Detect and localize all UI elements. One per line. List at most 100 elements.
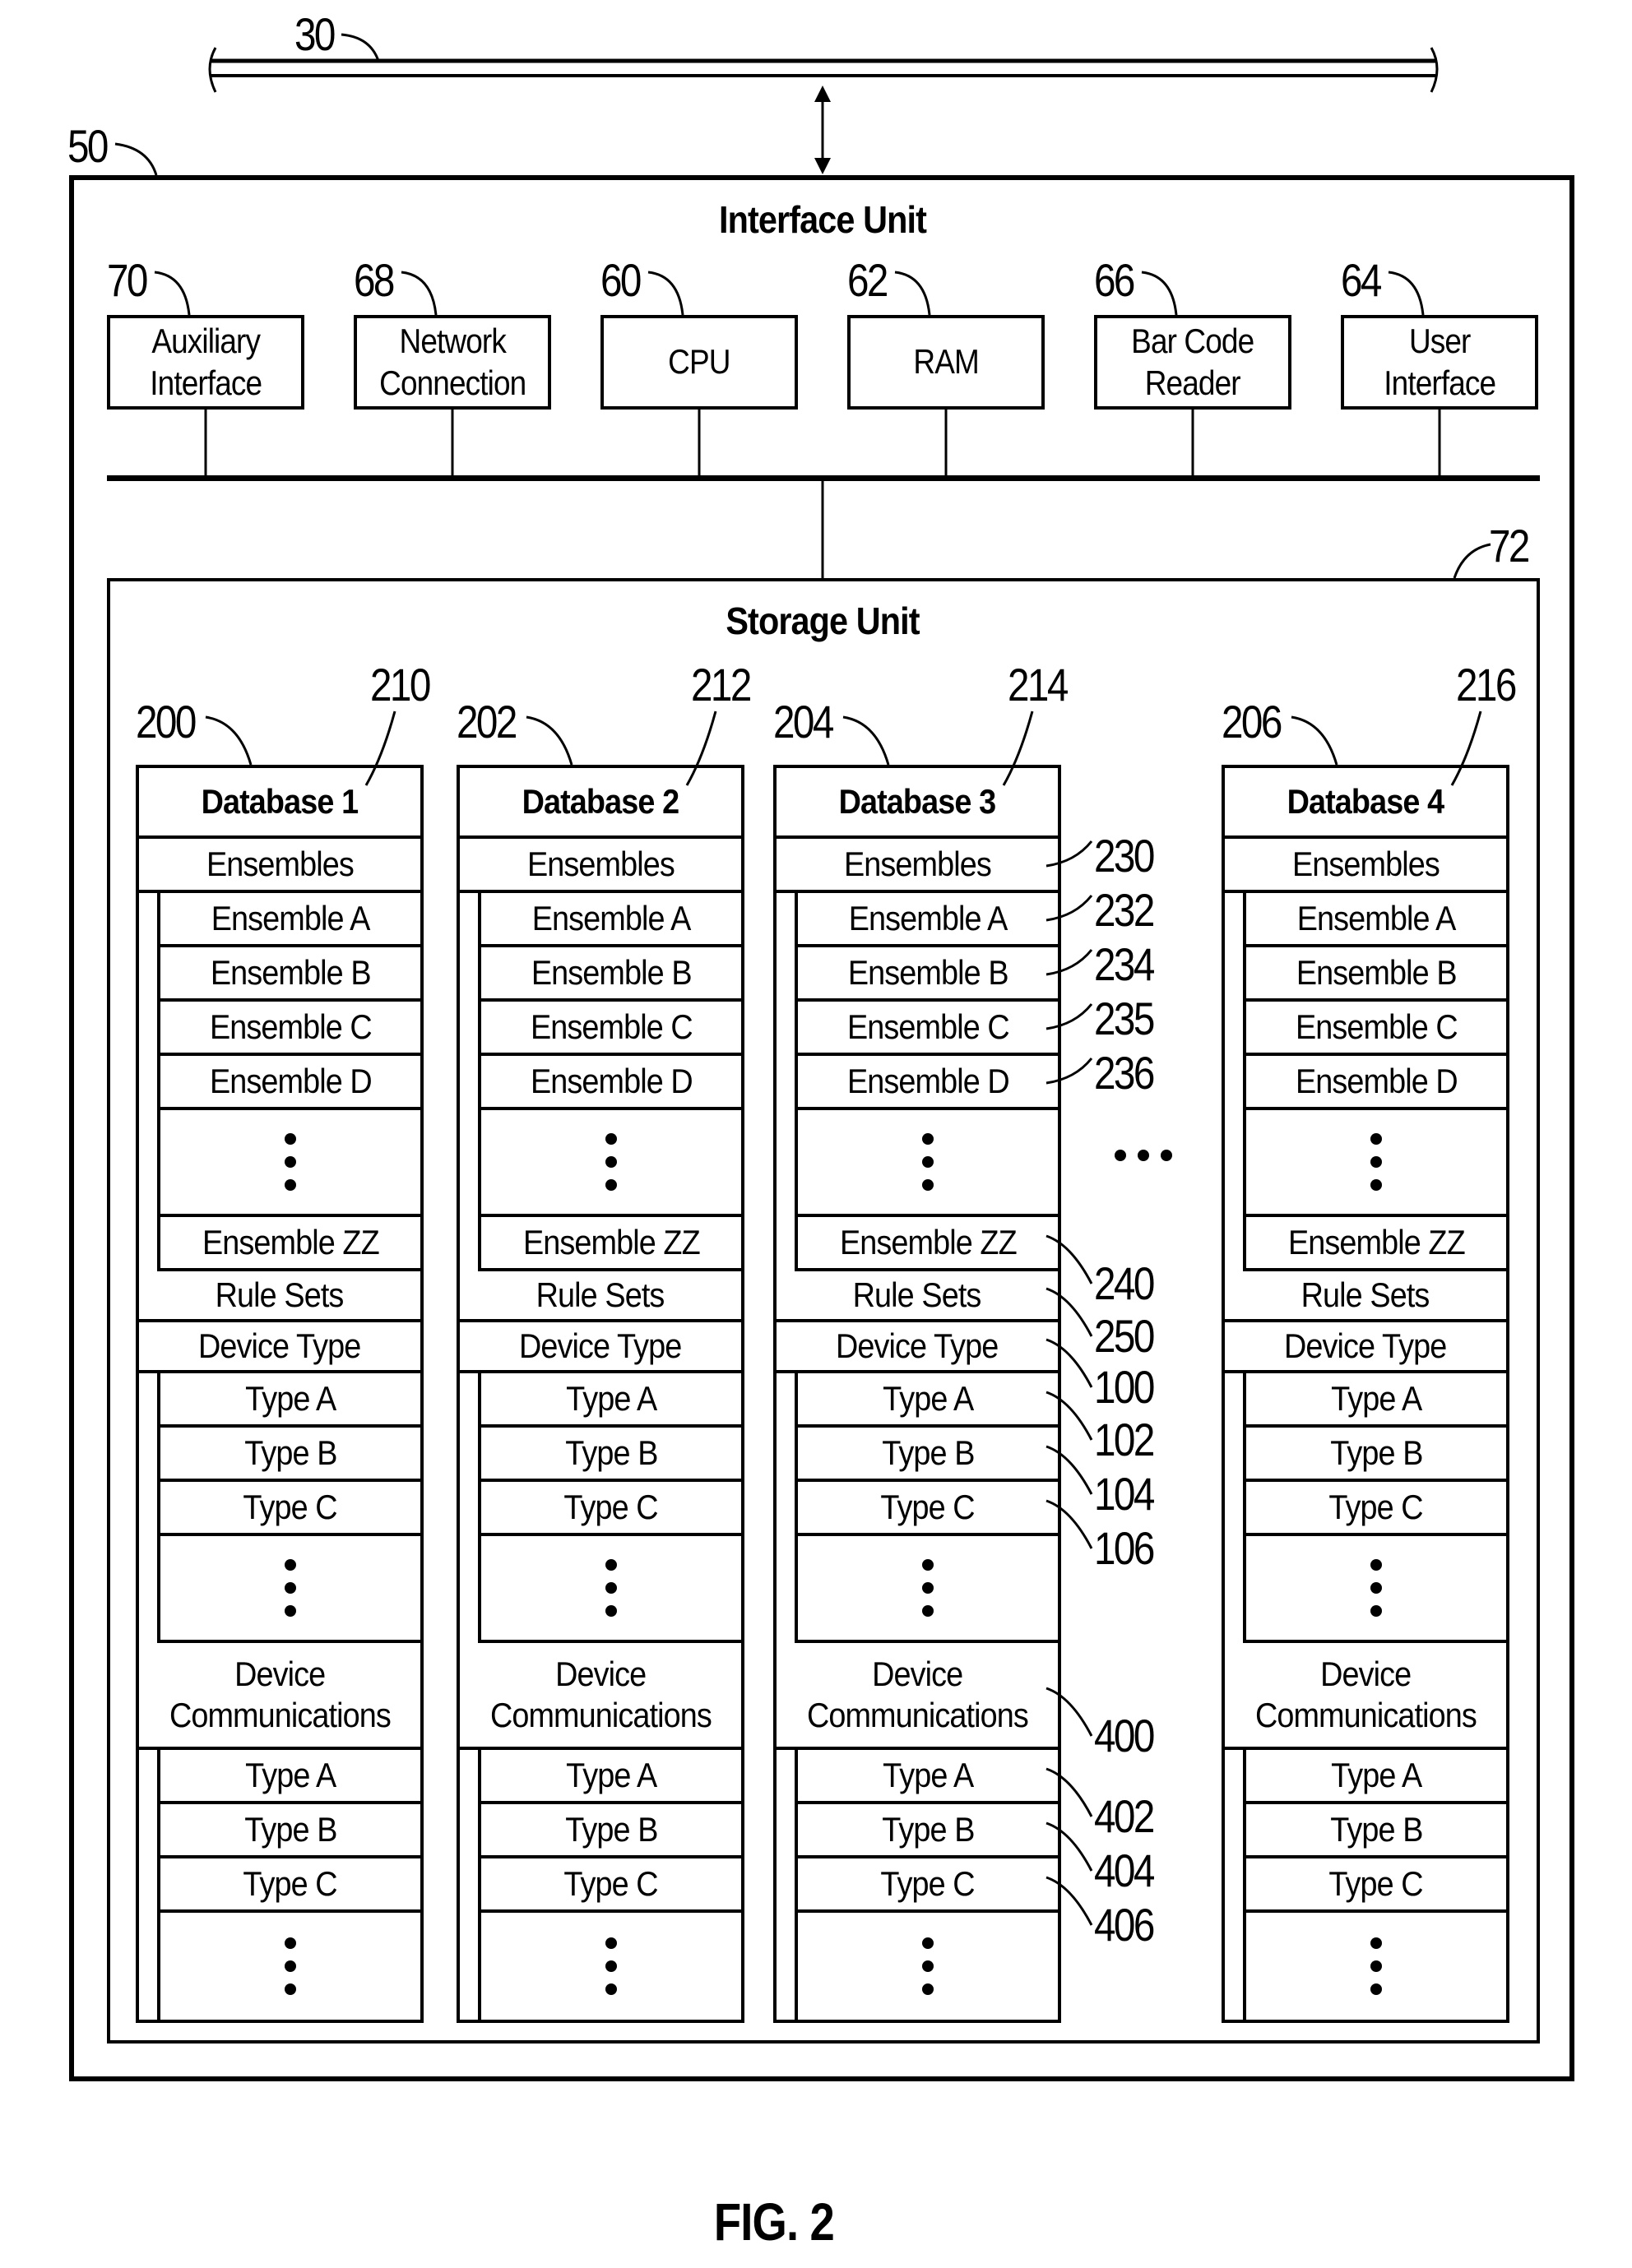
device-comms-item-row-label: Type B — [881, 1809, 975, 1849]
database-206: Database 4 Ensembles Ensemble A Ensemble B E… — [1222, 765, 1509, 2023]
device-type-row: Device Type — [777, 1322, 1058, 1373]
device-type-item-row-label: Type A — [1330, 1378, 1422, 1418]
ensemble-item-row-label: Ensemble A — [211, 898, 371, 937]
ellipsis-dot — [285, 1605, 296, 1617]
ensembles-row-label: Ensembles — [206, 844, 355, 883]
ensemble-more-row — [157, 1110, 420, 1217]
ensemble-item-row: Ensemble B — [157, 947, 420, 1002]
device-communications-row-label-line: Communications — [806, 1696, 1029, 1734]
device-type-item-row: Type A — [1243, 1373, 1506, 1428]
vertical-ellipsis-icon — [922, 1937, 934, 1995]
ellipsis-dot — [605, 1983, 617, 1995]
ellipsis-dot — [605, 1937, 617, 1949]
ellipsis-dot — [1370, 1960, 1382, 1972]
device-communications-row-label-line: Communications — [1254, 1696, 1477, 1734]
ellipsis-dot — [285, 1937, 296, 1949]
ref-label-72: 72 — [1489, 520, 1530, 572]
ensembles-row: Ensembles — [139, 839, 420, 893]
device-type-row: Device Type — [139, 1322, 420, 1373]
database-title-row: Database 3 — [777, 768, 1058, 839]
ellipsis-dot — [922, 1983, 934, 1995]
callout-ref-label: 406 — [1094, 1899, 1155, 1951]
vertical-ellipsis-icon — [922, 1133, 934, 1191]
vertical-ellipsis-icon — [285, 1133, 296, 1191]
ensemble-last-row: Ensemble ZZ — [1243, 1217, 1506, 1271]
ensemble-item-row: Ensemble C — [478, 1002, 741, 1056]
rule-sets-row-label: Rule Sets — [216, 1275, 345, 1314]
ensemble-item-row-label: Ensemble A — [1296, 898, 1457, 937]
component-label-line: RAM — [913, 342, 979, 382]
device-type-more-row — [157, 1536, 420, 1643]
device-type-item-row-label: Type B — [243, 1433, 337, 1472]
callout-ref-label: 236 — [1094, 1047, 1155, 1099]
ref-label-68: 68 — [354, 254, 395, 306]
component-label-line: Network — [399, 322, 506, 361]
device-type-item-row-label: Type B — [564, 1433, 658, 1472]
rule-sets-row: Rule Sets — [139, 1271, 420, 1322]
ellipsis-dot — [922, 1559, 934, 1571]
ensembles-row: Ensembles — [777, 839, 1058, 893]
device-type-item-row: Type C — [478, 1482, 741, 1536]
device-communications-row-label-line: Device — [234, 1654, 326, 1693]
device-communications-row-label-line: Communications — [489, 1696, 712, 1734]
database-202: Database 2 Ensembles Ensemble A Ensemble B E… — [457, 765, 744, 2023]
device-comms-item-row-label: Type A — [565, 1755, 657, 1794]
ensemble-item-row-label: Ensemble B — [531, 952, 693, 992]
device-type-item-row: Type B — [795, 1428, 1058, 1482]
device-comms-item-row: Type C — [1243, 1858, 1506, 1913]
device-type-item-row: Type B — [1243, 1428, 1506, 1482]
ref-label-212: 212 — [691, 659, 752, 710]
callout-ref-label: 250 — [1094, 1310, 1155, 1362]
ensemble-last-row-label: Ensemble ZZ — [202, 1222, 380, 1261]
component-label-line: Bar Code — [1131, 322, 1254, 361]
database-title-row: Database 1 — [139, 768, 420, 839]
device-comms-item-row-label: Type B — [243, 1809, 337, 1849]
ensemble-item-row-label: Ensemble C — [1295, 1007, 1458, 1046]
component-label: Auxiliary Interface — [142, 321, 269, 404]
callout-ref-label: 240 — [1094, 1257, 1155, 1309]
device-type-row-label: Device Type — [198, 1326, 361, 1365]
ensemble-last-row: Ensemble ZZ — [478, 1217, 741, 1271]
ellipsis-dot — [1370, 1937, 1382, 1949]
ensemble-last-row-label: Ensemble ZZ — [522, 1222, 701, 1261]
component-label: RAM — [909, 341, 983, 382]
ensembles-row: Ensembles — [460, 839, 741, 893]
device-comms-item-row: Type B — [157, 1804, 420, 1858]
device-comms-item-row-label: Type C — [243, 1863, 338, 1903]
network-bus-break-right — [1430, 47, 1439, 93]
ellipsis-dot — [605, 1133, 617, 1145]
ref-label-30: 30 — [294, 8, 336, 60]
device-type-more-row — [478, 1536, 741, 1643]
component-box-66: Bar Code Reader — [1094, 315, 1291, 410]
arrow-head-up-icon — [814, 86, 831, 102]
component-label: CPU — [664, 341, 735, 382]
ellipsis-dot — [1370, 1156, 1382, 1168]
ensemble-more-row — [795, 1110, 1058, 1217]
ensemble-item-row-label: Ensemble B — [210, 952, 372, 992]
device-comms-more-row — [478, 1913, 741, 2020]
ensemble-item-row-label: Ensemble C — [846, 1007, 1010, 1046]
ensembles-row-label: Ensembles — [843, 844, 992, 883]
ensemble-item-row-label: Ensemble C — [530, 1007, 693, 1046]
component-box-62: RAM — [847, 315, 1045, 410]
device-comms-item-row-label: Type A — [882, 1755, 974, 1794]
device-communications-row-label-line: Device — [871, 1654, 963, 1693]
ensemble-item-row-label: Ensemble A — [848, 898, 1008, 937]
device-type-item-row: Type A — [478, 1373, 741, 1428]
device-comms-item-row-label: Type C — [1328, 1863, 1424, 1903]
network-bus-break-left — [208, 47, 217, 93]
ensemble-item-row-label: Ensemble B — [847, 952, 1009, 992]
ensemble-item-row: Ensemble B — [795, 947, 1058, 1002]
ellipsis-dot — [922, 1133, 934, 1145]
ref-label-66: 66 — [1094, 254, 1135, 306]
leader-50 — [114, 142, 158, 176]
ellipsis-dot — [1370, 1179, 1382, 1191]
ref-label-62: 62 — [847, 254, 888, 306]
rule-sets-row-label: Rule Sets — [536, 1275, 665, 1314]
more-databases-ellipsis — [1115, 1150, 1172, 1161]
device-communications-row-label-line: Device — [1319, 1654, 1412, 1693]
ellipsis-dot — [922, 1960, 934, 1972]
device-comms-more-row — [1243, 1913, 1506, 2020]
ellipsis-dot — [605, 1582, 617, 1594]
device-type-item-row: Type C — [1243, 1482, 1506, 1536]
